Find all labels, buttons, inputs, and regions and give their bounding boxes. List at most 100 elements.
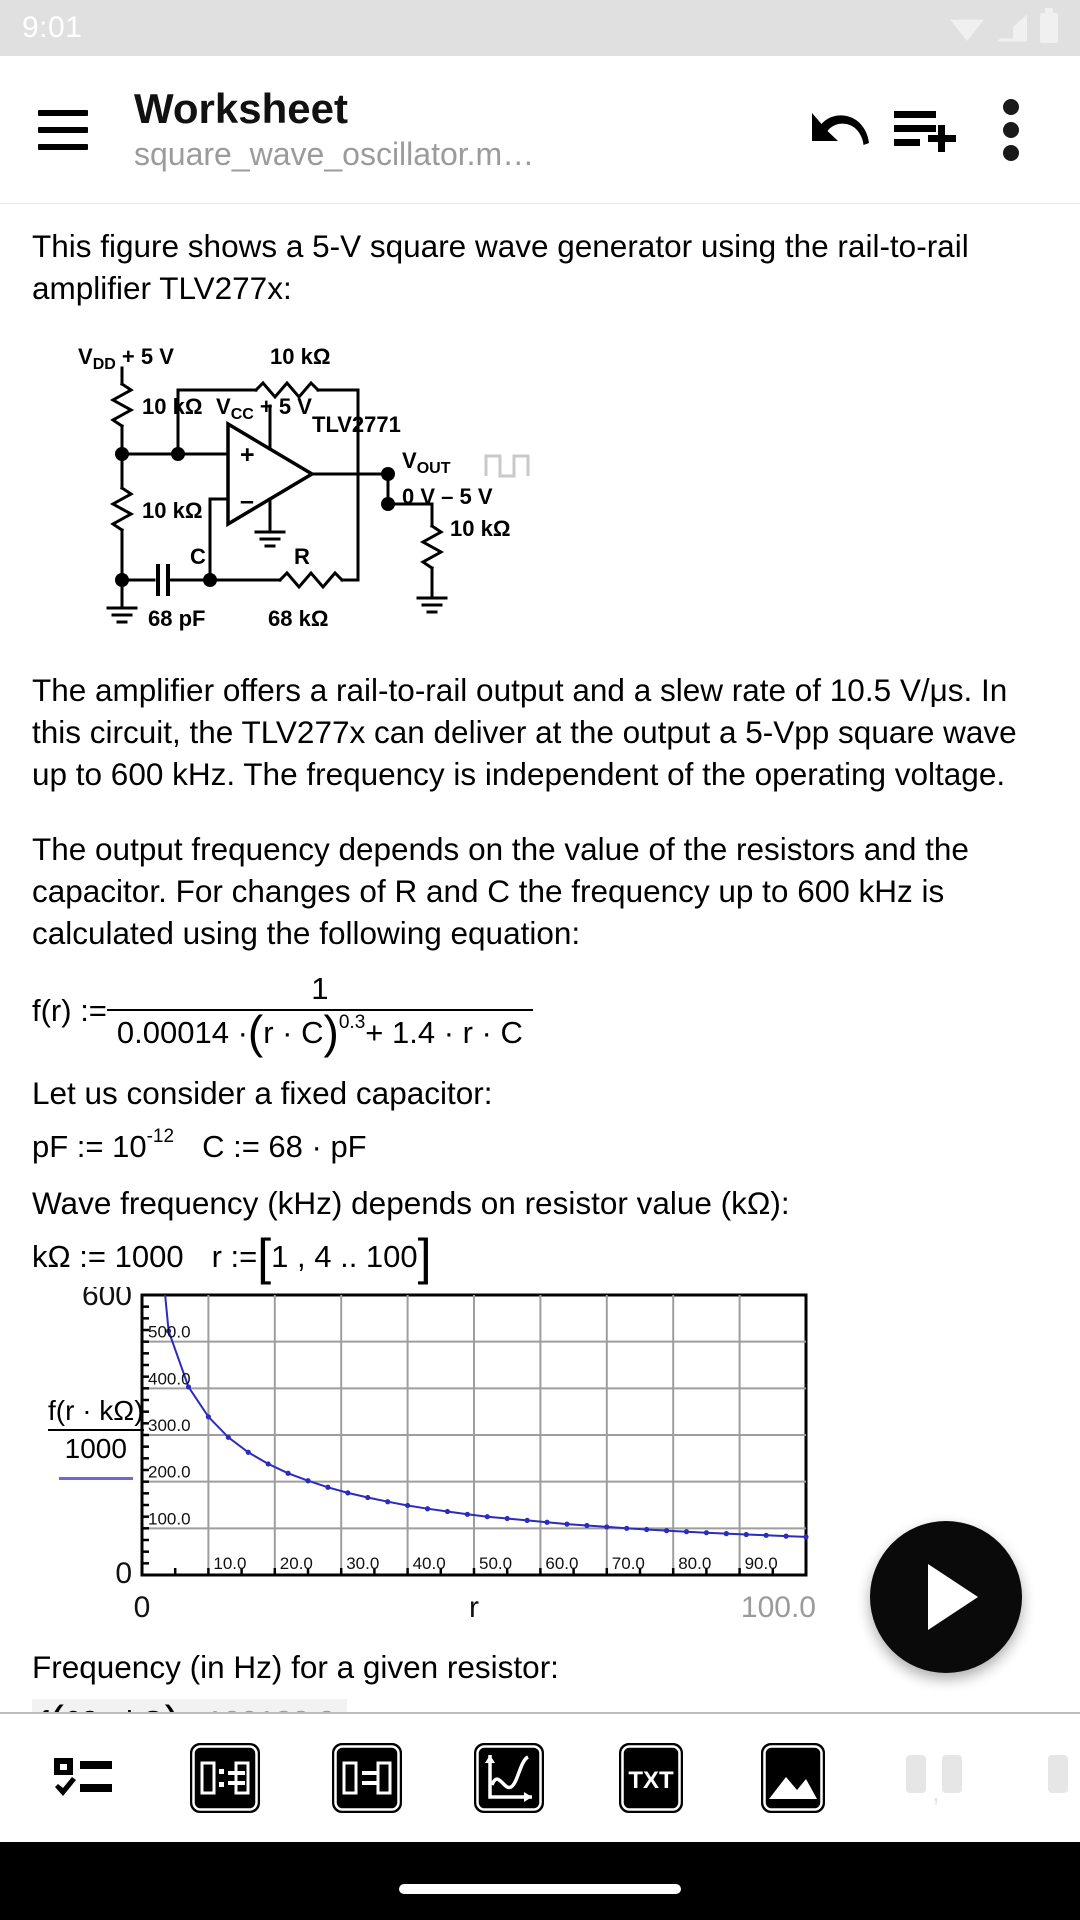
svg-text:10 kΩ: 10 kΩ — [270, 344, 330, 369]
file-name-label: square_wave_oscillator.m… — [134, 136, 535, 173]
hamburger-bar — [38, 126, 88, 133]
range-definition-row[interactable]: kΩ := 1000 r := [ 1 , 4 .. 100 ] — [32, 1228, 1048, 1285]
title-block: Worksheet square_wave_oscillator.m… — [134, 85, 796, 174]
add-line-icon — [894, 110, 956, 152]
overflow-menu-button[interactable] — [968, 87, 1054, 173]
hamburger-bar — [38, 109, 88, 116]
plot-button[interactable] — [472, 1741, 546, 1815]
plot-data-point — [683, 1528, 690, 1534]
plot-ytick-label: 400.0 — [148, 1369, 191, 1388]
r-definition-lhs: r := — [211, 1238, 258, 1274]
capacitor-paragraph: Let us consider a fixed capacitor: — [32, 1074, 493, 1111]
undo-arrow-icon — [812, 112, 869, 145]
plot-data-point — [484, 1513, 490, 1519]
plot-data-point — [524, 1517, 530, 1523]
den-exponent: 0.3 — [338, 1011, 366, 1033]
play-triangle-icon — [928, 1564, 978, 1630]
range-open-bracket: [ — [257, 1228, 272, 1285]
svg-text:,: , — [932, 1776, 940, 1807]
picture-icon — [761, 1743, 825, 1813]
plot-data-point — [763, 1532, 769, 1538]
plot-data-point — [285, 1470, 291, 1476]
txt-icon: TXT — [619, 1743, 683, 1813]
hamburger-menu-icon[interactable] — [38, 109, 88, 150]
plot-data-point — [504, 1515, 510, 1521]
y-label-numerator: f(r · kΩ) — [48, 1394, 144, 1426]
plot-data-point — [743, 1531, 749, 1537]
status-clock: 9:01 — [22, 11, 83, 44]
c-definition: C := 68 · pF — [202, 1128, 367, 1164]
undo-button[interactable] — [796, 87, 882, 173]
result-close-paren: ) — [165, 1699, 180, 1712]
evaluation-button[interactable] — [330, 1741, 404, 1815]
plot-data-point — [604, 1524, 610, 1530]
more-bracket-icon — [1048, 1755, 1068, 1793]
home-pill-icon[interactable] — [399, 1884, 681, 1894]
plot-x-min-label: 0 — [134, 1591, 151, 1624]
wifi-icon — [950, 19, 984, 41]
plot-xtick-label: 90.0 — [745, 1554, 778, 1573]
plot-data-point — [325, 1484, 331, 1490]
plot-xtick-label: 50.0 — [479, 1554, 512, 1573]
plot-xtick-label: 80.0 — [678, 1554, 711, 1573]
den-tail: + 1.4 · r · C — [365, 1014, 523, 1050]
opamp-plus-label: + — [240, 441, 255, 469]
plot-data-point — [265, 1461, 271, 1467]
svg-text:VDD + 5 V: VDD + 5 V — [78, 344, 174, 373]
plot-x-max-label: 100.0 — [741, 1591, 816, 1624]
kohm-definition: kΩ := 1000 — [32, 1238, 184, 1274]
checklist-icon — [54, 1758, 112, 1796]
svg-text:10 kΩ: 10 kΩ — [450, 516, 510, 541]
text-button[interactable]: TXT — [614, 1741, 688, 1815]
plot-data-point — [305, 1477, 311, 1484]
den-inner: r · C — [263, 1014, 324, 1050]
equation-fr[interactable]: f(r) := 1 0.00014 · ( r · C ) 0.3 + 1.4 … — [32, 971, 1048, 1059]
plot-y-axis-label: f(r · kΩ) 1000 — [48, 1395, 144, 1480]
checklist-button[interactable] — [46, 1741, 120, 1815]
assignment-button[interactable] — [188, 1741, 262, 1815]
definition-row[interactable]: pF := 10 -12 C := 68 · pF — [32, 1126, 1048, 1165]
plot-xtick-label: 60.0 — [545, 1554, 578, 1573]
assign-box-icon — [190, 1743, 260, 1813]
svg-text:TXT: TXT — [628, 1767, 674, 1794]
svg-text:0 V – 5 V: 0 V – 5 V — [402, 484, 493, 509]
plot-data-point — [444, 1508, 451, 1514]
worksheet-body[interactable]: This figure shows a 5-V square wave gene… — [0, 204, 1080, 1712]
insert-toolbar: TXT , — [0, 1712, 1080, 1842]
equation-fr-denominator: 0.00014 · ( r · C ) 0.3 + 1.4 · r · C — [106, 1006, 533, 1059]
plot-data-point — [245, 1449, 251, 1455]
equation-fr-numerator: 1 — [311, 971, 329, 1007]
matrix-icon: , — [906, 1755, 962, 1807]
range-body: 1 , 4 .. 100 — [271, 1238, 418, 1274]
cell-signal-icon — [997, 14, 1027, 42]
run-button[interactable] — [870, 1521, 1022, 1673]
svg-text:VCC + 5 V: VCC + 5 V — [216, 394, 312, 423]
y-label-denominator: 1000 — [48, 1428, 144, 1465]
result-fn-name: f — [40, 1704, 49, 1712]
plot-data-point — [703, 1529, 710, 1535]
battery-icon — [1040, 8, 1058, 43]
equals-box-icon — [332, 1743, 402, 1813]
svg-text:R: R — [294, 544, 310, 569]
plot-data-point — [644, 1526, 650, 1532]
more-button[interactable] — [1040, 1741, 1080, 1815]
plot-data-point — [624, 1525, 630, 1531]
den-open-paren: ( — [247, 1006, 264, 1059]
opamp-minus-label: – — [240, 487, 254, 515]
matrix-button[interactable]: , — [898, 1741, 972, 1815]
plot-xtick-label: 30.0 — [346, 1554, 379, 1573]
graph-axes-icon — [474, 1743, 544, 1813]
image-button[interactable] — [756, 1741, 830, 1815]
plot-ytick-label: 200.0 — [148, 1462, 191, 1481]
add-line-button[interactable] — [882, 87, 968, 173]
equation-fr-lhs: f(r) := — [32, 993, 107, 1029]
plot-ytick-label: 100.0 — [148, 1509, 191, 1528]
result-box[interactable]: f ( 68 · kΩ ) = 100138.0 — [32, 1698, 348, 1712]
plot-data-point — [783, 1533, 789, 1539]
plot-data-point — [405, 1502, 411, 1508]
plot-data-point — [564, 1521, 570, 1527]
equation-fr-fraction: 1 0.00014 · ( r · C ) 0.3 + 1.4 · r · C — [106, 971, 533, 1059]
result-equals: = — [180, 1704, 198, 1712]
plot-ytick-label: 300.0 — [148, 1416, 191, 1435]
result-expression[interactable]: f ( 68 · kΩ ) = 100138.0 — [32, 1698, 1048, 1712]
